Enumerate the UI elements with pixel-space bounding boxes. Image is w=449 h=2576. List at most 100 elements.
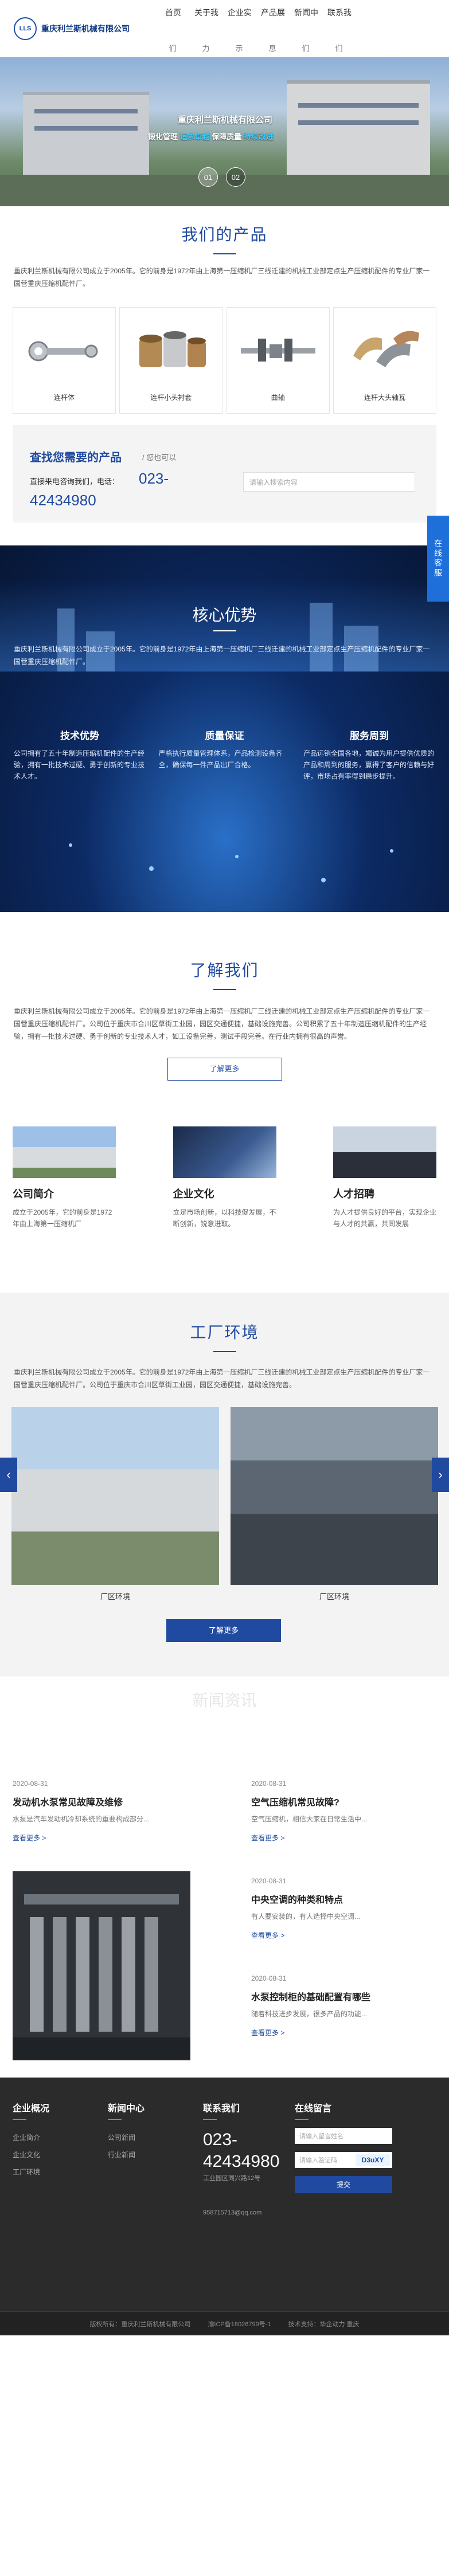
bearing-shell-image xyxy=(353,331,419,367)
nav-label: 企业实 xyxy=(228,8,252,17)
product-card[interactable]: 连杆小头衬套 xyxy=(119,307,223,414)
product-card[interactable]: 连杆大头轴瓦 xyxy=(333,307,436,414)
footer-link[interactable]: 企业简介 xyxy=(13,2129,49,2146)
about-more-button[interactable]: 了解更多 xyxy=(167,1058,282,1081)
env-title: 工厂环境 xyxy=(190,1324,259,1341)
factory-building-image xyxy=(23,92,149,178)
news-read-more-link[interactable]: 查看更多 > xyxy=(251,1930,435,1940)
nav-item-about[interactable]: 关于我力 xyxy=(194,7,218,53)
logo[interactable]: LLS 重庆利兰斯机械有限公司 xyxy=(14,17,130,40)
footer-col-title: 企业概况 xyxy=(13,2104,50,2114)
building-windows xyxy=(298,103,419,108)
copyright-text: 版权所有：重庆利兰斯机械有限公司 xyxy=(89,2320,191,2328)
captcha-placeholder: 请输入验证码 xyxy=(299,2157,337,2164)
about-desc: 重庆利兰斯机械有限公司成立于2005年。它的前身是1972年由上海第一压缩机厂三… xyxy=(14,1007,430,1040)
footer-link[interactable]: 行业新闻 xyxy=(108,2146,145,2163)
logo-text: 重庆利兰斯机械有限公司 xyxy=(41,24,130,33)
footer-divider xyxy=(295,2119,309,2120)
online-service-tab[interactable]: 在线客服 xyxy=(427,516,449,602)
nav-glyph: 们 xyxy=(169,44,178,53)
news-read-more-link[interactable]: 查看更多 > xyxy=(251,2028,435,2037)
title-underline xyxy=(213,630,236,631)
about-card-text: 为人才提供良好的平台，实现企业与人才的共赢，共同发展 xyxy=(333,1208,437,1228)
news-main-item[interactable]: 2020-08-31 发动机水泵常见故障及维修 水泵是汽车发动机冷却系统的重要构… xyxy=(13,1780,190,1843)
products-title: 我们的产品 xyxy=(181,226,268,244)
building-windows xyxy=(298,120,419,125)
message-captcha-input[interactable]: 请输入验证码 D3uXY xyxy=(295,2152,392,2168)
advantage-col-text: 公司拥有了五十年制造压缩机配件的生产经验，拥有一批技术过硬、勇于创新的专业技术人… xyxy=(14,749,145,780)
about-card-recruit[interactable]: 人才招聘 为人才提供良好的平台，实现企业与人才的共赢，共同发展 xyxy=(333,1126,436,1230)
about-title: 了解我们 xyxy=(190,961,259,979)
hero-title: 重庆利兰斯机械有限公司 xyxy=(178,115,273,125)
hero-banner: 重庆利兰斯机械有限公司 锻化管理 追求卓越 保障质量 持续改进 01 02 xyxy=(0,57,449,206)
news-date: 2020-08-31 xyxy=(251,1877,287,1885)
nav-label: 产品展 xyxy=(261,8,285,17)
nav-label: 新闻中 xyxy=(294,8,318,17)
footer-divider xyxy=(108,2119,122,2120)
about-card-culture[interactable]: 企业文化 立足市场创新，以科技促发展，不断创新，锐意进取。 xyxy=(173,1126,276,1230)
footer-tel-prefix: 023- xyxy=(203,2130,238,2149)
advantage-columns: 技术优势 公司拥有了五十年制造压缩机配件的生产经验，拥有一批技术过硬、勇于创新的专… xyxy=(14,728,435,782)
product-card[interactable]: 曲轴 xyxy=(226,307,330,414)
factory-exterior-image xyxy=(11,1407,219,1585)
product-card[interactable]: 连杆体 xyxy=(13,307,116,414)
news-read-more-link[interactable]: 查看更多 > xyxy=(251,1833,435,1843)
advantage-col-title: 服务周到 xyxy=(350,731,389,741)
news-date: 2020-08-31 xyxy=(251,1780,287,1788)
product-search-input[interactable]: 请输入搜索内容 xyxy=(243,472,415,492)
news-headline: 空气压缩机常见故障? xyxy=(251,1798,339,1808)
find-subtitle: / 您也可以 xyxy=(142,453,177,462)
news-summary: 水泵是汽车发动机冷却系统的重要构成部分... xyxy=(13,1815,150,1823)
news-headline: 水泵控制柜的基础配置有哪些 xyxy=(251,1993,371,2002)
news-list-item[interactable]: 2020-08-31 空气压缩机常见故障? 空气压缩机，相信大家在日常生活中..… xyxy=(251,1780,435,1843)
find-tel-label: 直接来电咨询我们，电话： xyxy=(30,477,120,486)
hero-dot-1[interactable]: 01 xyxy=(198,167,218,187)
product-name: 连杆大头轴瓦 xyxy=(364,394,405,402)
nav-item-products[interactable]: 产品展息 xyxy=(261,7,285,53)
site-header: LLS 重庆利兰斯机械有限公司 首页们 关于我力 企业实示 产品展息 新闻中们 … xyxy=(0,0,449,57)
message-submit-button[interactable]: 提交 xyxy=(295,2176,392,2193)
slogan-highlight: 追求卓越 xyxy=(179,132,210,141)
advantage-col: 技术优势 公司拥有了五十年制造压缩机配件的生产经验，拥有一批技术过硬、勇于创新的专… xyxy=(14,728,146,782)
find-title: 查找您需要的产品 xyxy=(30,451,122,464)
advantage-section: 核心优势 重庆利兰斯机械有限公司成立于2005年。它的前身是1972年由上海第一… xyxy=(0,545,449,912)
icp-link[interactable]: 渝ICP备18026799号-1 xyxy=(208,2319,271,2328)
building-windows xyxy=(34,126,138,131)
light-dot xyxy=(149,866,154,871)
hero-dot-2[interactable]: 02 xyxy=(226,167,245,187)
footer-col-company: 企业概况 企业简介 企业文化 工厂环境 xyxy=(13,2100,49,2181)
footer-link[interactable]: 企业文化 xyxy=(13,2146,49,2163)
env-more-button[interactable]: 了解更多 xyxy=(166,1619,281,1642)
news-read-more-link[interactable]: 查看更多 > xyxy=(13,1833,190,1843)
pump-line-graphic xyxy=(13,1871,190,2060)
light-dot xyxy=(321,878,326,882)
news-list-item[interactable]: 2020-08-31 水泵控制柜的基础配置有哪些 随着科技进步发展，很多产品的功… xyxy=(251,1974,435,2037)
find-tel-prefix: 023- xyxy=(139,470,169,487)
nav-glyph: 力 xyxy=(202,44,211,53)
news-title: 新闻资讯 xyxy=(192,1691,257,1709)
captcha-image[interactable]: D3uXY xyxy=(356,2154,390,2166)
about-card-text: 立足市场创新，以科技促发展，不断创新，锐意进取。 xyxy=(173,1208,276,1228)
carousel-next-icon[interactable]: › xyxy=(432,1458,449,1492)
news-list-item[interactable]: 2020-08-31 中央空调的种类和特点 有人要安装的，有人选择中央空调...… xyxy=(251,1877,435,1940)
nav-item-contact[interactable]: 联系我们 xyxy=(327,7,352,53)
nav-label: 联系我 xyxy=(327,8,352,17)
footer-link[interactable]: 工厂环境 xyxy=(13,2163,49,2181)
nav-glyph: 息 xyxy=(268,44,278,53)
nav-item-home[interactable]: 首页们 xyxy=(162,7,185,53)
footer-divider xyxy=(13,2119,26,2120)
company-building-image xyxy=(13,1126,116,1178)
find-tel-number: 42434980 xyxy=(30,492,96,509)
main-nav: 首页们 关于我力 企业实示 产品展息 新闻中们 联系我们 xyxy=(162,7,352,53)
advantage-col: 质量保证 严格执行质量管理体系，产品检测设备齐全，确保每一件产品出厂合格。 xyxy=(159,728,291,782)
environment-section: 工厂环境 重庆利兰斯机械有限公司成立于2005年。它的前身是1972年由上海第一… xyxy=(0,1293,449,1676)
nav-item-strength[interactable]: 企业实示 xyxy=(228,7,252,53)
nav-item-news[interactable]: 新闻中们 xyxy=(294,7,318,53)
building-windows xyxy=(34,109,138,113)
about-card-intro[interactable]: 公司简介 成立于2005年，它的前身是1972年由上海第一压缩机厂 xyxy=(13,1126,116,1230)
hero-slogan: 锻化管理 追求卓越 保障质量 持续改进 xyxy=(148,131,274,142)
factory-building-image xyxy=(287,80,430,178)
footer-link[interactable]: 公司新闻 xyxy=(108,2129,145,2146)
message-name-input[interactable]: 请输入留言姓名 xyxy=(295,2128,392,2144)
carousel-prev-icon[interactable]: ‹ xyxy=(0,1458,17,1492)
